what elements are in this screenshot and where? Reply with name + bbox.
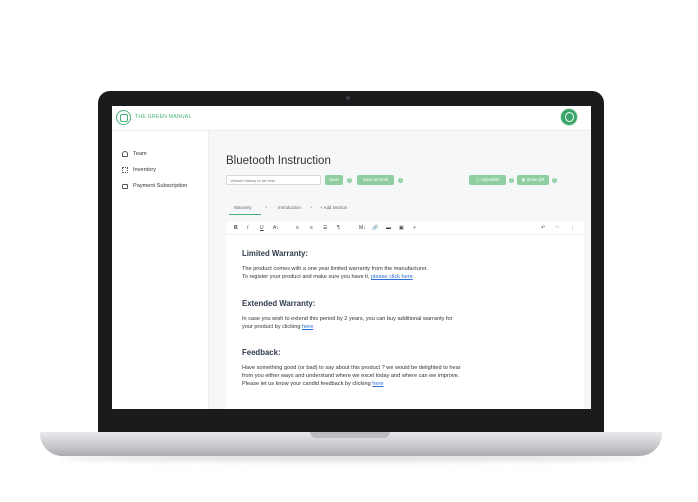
section-tabs: Warranty × Introduction × + Add Section (226, 203, 584, 215)
menu-icon[interactable]: ⋮ (570, 225, 575, 231)
tab-introduction[interactable]: Introduction (278, 205, 301, 210)
bold-button[interactable]: B (234, 225, 238, 231)
logo-icon[interactable] (116, 110, 131, 125)
extended-warranty-link[interactable]: here (302, 324, 313, 330)
markdown-button[interactable]: M↓ (359, 225, 366, 231)
paragraph-line: The product comes with a one year limite… (242, 266, 428, 272)
close-icon[interactable]: × (265, 205, 268, 210)
text-span: Please let us know your candid feedback … (242, 381, 373, 387)
unpublish-label: Unpublish (480, 177, 500, 182)
person-icon (122, 151, 128, 157)
underline-button[interactable]: U (260, 225, 264, 231)
save-button[interactable]: Save (325, 175, 343, 185)
help-icon[interactable]: ? (552, 177, 557, 183)
italic-button[interactable]: I (247, 225, 248, 231)
font-size-button[interactable]: A↕ (273, 225, 279, 231)
main-content: Bluetooth Instruction Save ? Save as Dra… (209, 131, 591, 409)
help-icon[interactable]: ? (509, 177, 514, 183)
text-span: To register your product and make sure y… (242, 274, 372, 280)
unpublish-button[interactable]: ▢ Unpublish (469, 175, 506, 185)
feedback-link[interactable]: here (372, 381, 383, 387)
sidebar-item-label: Team (133, 151, 147, 157)
rich-text-editor[interactable]: B I U A↕ ≡ ≡ ☰ ¶ M↓ 🔗 ▬ ▣ + ↶ ↷ ⋮ Limite… (226, 221, 584, 409)
laptop-base (40, 432, 662, 456)
app-screen: THE GREEN MANUAL Team Inventory Payment … (112, 106, 591, 409)
sidebar-item-team[interactable]: Team (122, 151, 147, 157)
limited-warranty-text: The product comes with a one year limite… (242, 265, 428, 281)
extended-warranty-heading: Extended Warranty: (242, 299, 316, 308)
tab-warranty[interactable]: Warranty (234, 205, 252, 210)
list-button[interactable]: ☰ (323, 225, 327, 231)
add-section-button[interactable]: + Add Section (320, 205, 347, 210)
editor-toolbar: B I U A↕ ≡ ≡ ☰ ¶ M↓ 🔗 ▬ ▣ + ↶ ↷ ⋮ (226, 221, 584, 235)
align-left-button[interactable]: ≡ (296, 225, 299, 231)
folder-icon[interactable]: ▬ (386, 225, 391, 231)
register-link[interactable]: please click here (371, 274, 413, 280)
sidebar-item-inventory[interactable]: Inventory (122, 167, 156, 173)
paragraph-line: from you either ways and understand wher… (242, 373, 460, 379)
text-span: your product by clicking (242, 324, 303, 330)
show-qr-label: Show QR (526, 177, 545, 182)
extended-warranty-text: In case you wish to extend this period b… (242, 315, 453, 331)
camera-icon (346, 96, 350, 100)
paragraph-line: your product by clicking here (242, 323, 453, 331)
app-header: THE GREEN MANUAL (112, 106, 591, 131)
close-icon[interactable]: × (310, 205, 313, 210)
save-as-draft-button[interactable]: Save as Draft (357, 175, 394, 185)
show-qr-button[interactable]: ▦ Show QR (517, 175, 549, 185)
laptop-lid: THE GREEN MANUAL Team Inventory Payment … (98, 91, 604, 435)
help-icon[interactable]: ? (398, 177, 403, 183)
sidebar-item-payment-subscription[interactable]: Payment Subscription (122, 183, 187, 189)
feedback-heading: Feedback: (242, 348, 281, 357)
paragraph-line: In case you wish to extend this period b… (242, 316, 453, 322)
feedback-text: Have something good (or bad) to say abou… (242, 364, 461, 388)
active-tab-indicator (229, 214, 261, 215)
add-section-label: Add Section (323, 205, 348, 210)
redo-icon[interactable]: ↷ (555, 225, 559, 231)
image-icon[interactable]: ▣ (399, 225, 404, 231)
align-center-button[interactable]: ≡ (310, 225, 313, 231)
link-icon[interactable]: 🔗 (372, 225, 378, 231)
paragraph-line: To register your product and make sure y… (242, 273, 428, 281)
limited-warranty-heading: Limited Warranty: (242, 249, 308, 258)
sidebar-item-label: Inventory (133, 167, 157, 173)
card-icon (122, 183, 128, 189)
inventory-icon (122, 167, 128, 173)
stage: THE GREEN MANUAL Team Inventory Payment … (0, 0, 698, 502)
help-icon[interactable]: ? (347, 177, 352, 183)
laptop-notch (310, 432, 390, 438)
avatar[interactable] (560, 108, 578, 126)
paragraph-button[interactable]: ¶ (337, 225, 340, 231)
undo-icon[interactable]: ↶ (541, 225, 545, 231)
sidebar-item-label: Payment Subscription (133, 183, 188, 189)
sidebar: Team Inventory Payment Subscription (112, 131, 209, 409)
more-button[interactable]: + (413, 225, 416, 231)
version-history-input[interactable] (226, 175, 321, 185)
paragraph-line: Please let us know your candid feedback … (242, 380, 461, 388)
brand-name[interactable]: THE GREEN MANUAL (135, 114, 192, 120)
page-title: Bluetooth Instruction (226, 155, 331, 167)
paragraph-line: Have something good (or bad) to say abou… (242, 365, 461, 371)
